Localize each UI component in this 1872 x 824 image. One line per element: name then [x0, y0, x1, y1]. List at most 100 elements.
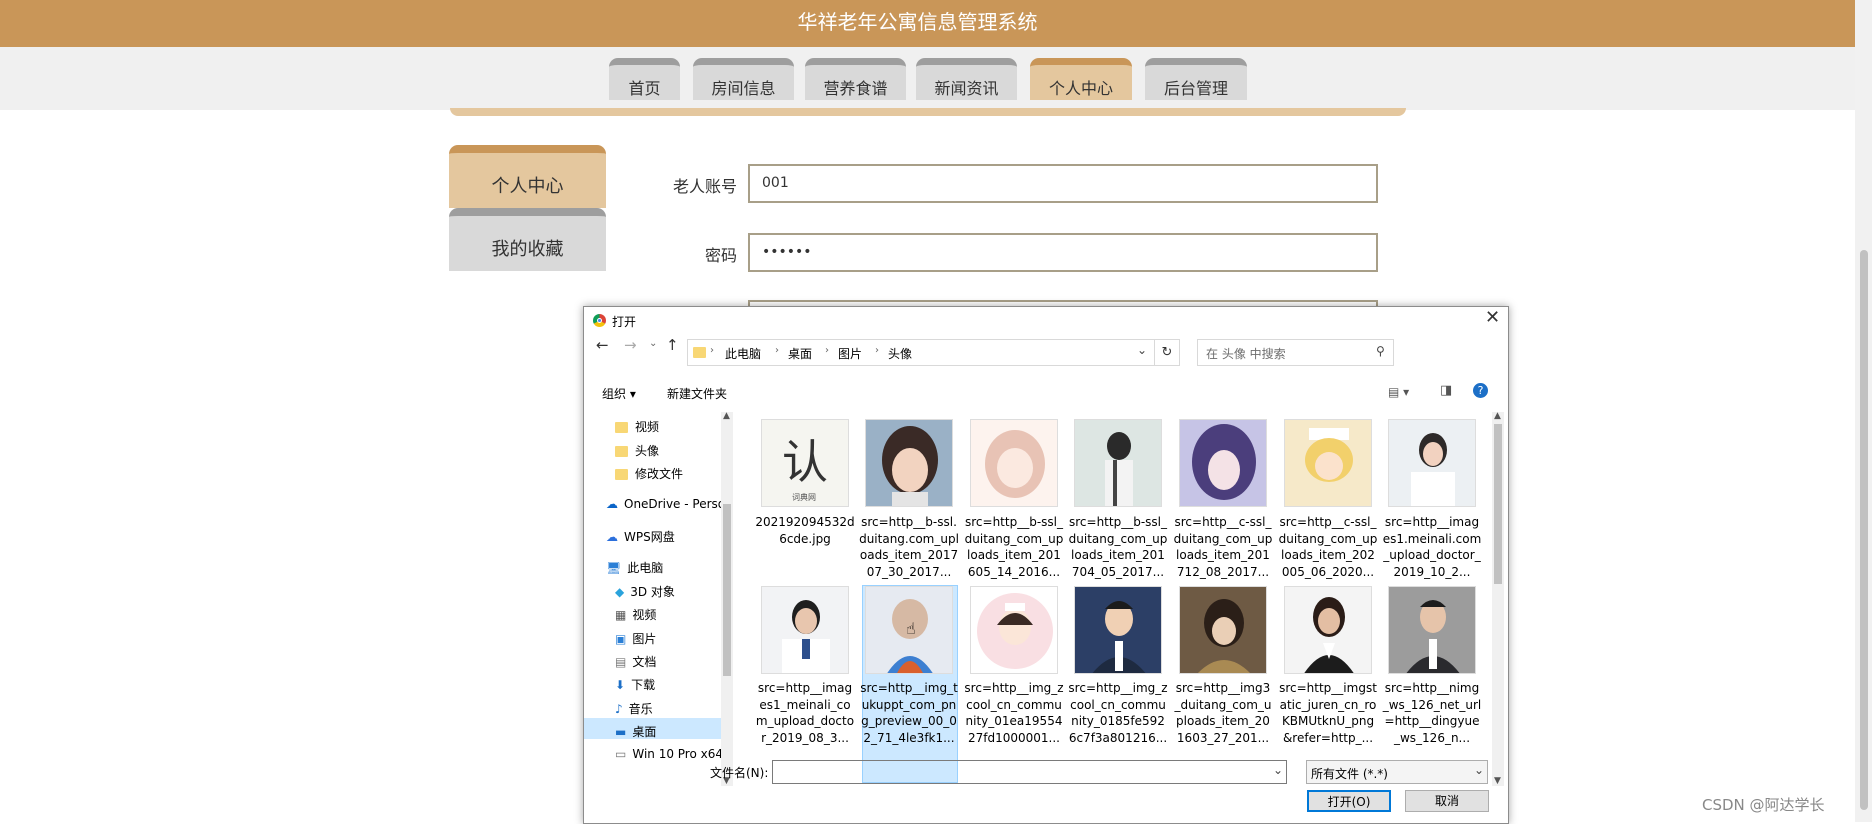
document-icon: ▤ — [615, 655, 627, 669]
file-thumbnail[interactable] — [970, 419, 1058, 507]
tree-scrollbar-thumb[interactable] — [723, 504, 731, 676]
file-name: src=http__c-ssl_duitang_com_uploads_item… — [1173, 515, 1273, 579]
nav-tab-news[interactable]: 新闻资讯 — [916, 58, 1017, 100]
file-open-dialog: 打开 ✕ ← → ⌄ ↑ › 此电脑 › 桌面 › 图片 › 头像 ⌄ ↻ 在 … — [583, 306, 1509, 824]
tree-item-drive[interactable]: ▭ Win 10 Pro x64 — [615, 747, 721, 761]
nav-tab-profile[interactable]: 个人中心 — [1030, 58, 1132, 100]
file-thumbnail[interactable] — [1284, 586, 1372, 674]
address-bar[interactable]: › 此电脑 › 桌面 › 图片 › 头像 ⌄ — [687, 339, 1155, 366]
computer-icon: 🖥 — [606, 561, 622, 575]
breadcrumb-pc[interactable]: 此电脑 — [725, 345, 761, 362]
breadcrumb-avatars[interactable]: 头像 — [888, 345, 912, 362]
side-tab-profile[interactable]: 个人中心 — [449, 145, 606, 208]
chevron-down-icon[interactable]: ⌄ — [1474, 763, 1484, 777]
page-scrollbar-thumb[interactable] — [1860, 250, 1868, 810]
file-thumbnail[interactable] — [1179, 419, 1267, 507]
tree-item-videos[interactable]: ▦ 视频 — [615, 606, 656, 623]
file-name: src=http__b-ssl_duitang_com_uploads_item… — [1068, 515, 1168, 579]
file-thumbnail[interactable] — [1179, 586, 1267, 674]
file-thumbnail[interactable] — [1388, 586, 1476, 674]
file-thumbnail[interactable] — [761, 586, 849, 674]
cube-icon: ◆ — [615, 585, 625, 599]
side-tab-favorites[interactable]: 我的收藏 — [449, 208, 606, 271]
preview-pane-icon[interactable]: ◨ — [1440, 383, 1452, 398]
cancel-button[interactable]: 取消 — [1405, 790, 1489, 812]
file-name: src=http__images1_meinali_com_upload_doc… — [755, 681, 855, 745]
help-icon[interactable]: ? — [1473, 383, 1488, 398]
folder-icon — [693, 347, 706, 358]
file-name: src=http__img_zcool_cn_community_0185fe5… — [1068, 681, 1168, 745]
file-name: src=http__b-ssl.duitang.com_uploads_item… — [859, 515, 959, 579]
up-arrow-icon[interactable]: ↑ — [666, 336, 679, 354]
file-name: src=http__img3_duitang_com_uploads_item_… — [1174, 681, 1272, 745]
dialog-title: 打开 — [612, 315, 637, 329]
desktop-icon: ▬ — [615, 725, 627, 739]
password-input[interactable]: •••••• — [748, 233, 1378, 272]
breadcrumb-pictures[interactable]: 图片 — [838, 345, 862, 362]
filename-label: 文件名(N): — [710, 766, 769, 780]
tree-item-modified-folder[interactable]: 修改文件 — [615, 465, 683, 482]
back-arrow-icon[interactable]: ← — [596, 336, 609, 354]
search-box[interactable]: 在 头像 中搜索 ⚲ — [1197, 339, 1394, 366]
search-icon[interactable]: ⚲ — [1376, 344, 1385, 358]
file-name: src=http__b-ssl_duitang_com_uploads_item… — [964, 515, 1064, 579]
folder-icon — [615, 469, 628, 480]
account-input[interactable]: 001 — [748, 164, 1378, 203]
tree-item-desktop[interactable]: ▬ 桌面 — [615, 723, 656, 740]
file-thumbnail[interactable] — [1074, 586, 1162, 674]
file-thumbnail[interactable] — [970, 586, 1058, 674]
folder-icon — [615, 422, 628, 433]
open-button[interactable]: 打开(O) — [1307, 790, 1391, 812]
file-thumbnail[interactable]: 认词典网 — [761, 419, 849, 507]
tree-item-downloads[interactable]: ⬇ 下载 — [615, 676, 655, 693]
view-options-icon[interactable]: ▤ ▾ — [1388, 385, 1409, 399]
file-name: src=http__imgstatic_juren_cn_roKBMUtknU_… — [1279, 681, 1377, 745]
chrome-icon — [593, 314, 606, 327]
files-scrollbar-thumb[interactable] — [1494, 424, 1502, 584]
file-name: src=http__img_zcool_cn_community_01ea195… — [964, 681, 1064, 745]
recent-dropdown-icon[interactable]: ⌄ — [649, 338, 657, 349]
tree-item-documents[interactable]: ▤ 文档 — [615, 653, 656, 670]
file-name: src=http__images1.meinali.com_upload_doc… — [1382, 515, 1482, 579]
tree-item-this-pc[interactable]: 🖥 此电脑 — [606, 559, 663, 576]
password-label: 密码 — [704, 246, 737, 265]
cloud-icon: ☁ — [606, 530, 618, 544]
nav-tab-admin[interactable]: 后台管理 — [1145, 58, 1247, 100]
file-thumbnail[interactable] — [1388, 419, 1476, 507]
download-icon: ⬇ — [615, 678, 626, 692]
chevron-down-icon[interactable]: ⌄ — [1273, 763, 1283, 777]
new-folder-button[interactable]: 新建文件夹 — [667, 385, 727, 402]
scroll-up-icon[interactable]: ▲ — [1494, 411, 1501, 421]
tree-item-music[interactable]: ♪ 音乐 — [615, 700, 653, 717]
filename-input[interactable]: ⌄ — [772, 760, 1287, 784]
file-name: src=http__nimg_ws_126_net_url=http__ding… — [1382, 681, 1482, 745]
nav-tab-home[interactable]: 首页 — [609, 58, 680, 100]
tree-item-wps[interactable]: ☁ WPS网盘 — [606, 528, 675, 545]
file-name: 202192094532d6cde.jpg — [755, 515, 855, 546]
tree-item-onedrive[interactable]: ☁ OneDrive - Perso — [606, 497, 721, 511]
forward-arrow-icon[interactable]: → — [624, 336, 637, 354]
file-thumbnail[interactable] — [1074, 419, 1162, 507]
file-type-select[interactable]: 所有文件 (*.*) ⌄ — [1306, 760, 1488, 784]
refresh-icon[interactable]: ↻ — [1154, 339, 1180, 366]
tree-item-videos-folder[interactable]: 视频 — [615, 418, 659, 435]
search-placeholder: 在 头像 中搜索 — [1206, 347, 1286, 361]
tree-item-pictures[interactable]: ▣ 图片 — [615, 630, 656, 647]
tree-item-avatars-folder[interactable]: 头像 — [615, 442, 659, 459]
svg-text:词典网: 词典网 — [792, 492, 816, 502]
scroll-up-icon[interactable]: ▲ — [723, 411, 730, 421]
close-icon[interactable]: ✕ — [1485, 309, 1500, 327]
video-icon: ▦ — [615, 608, 627, 622]
account-label: 老人账号 — [672, 177, 737, 196]
mouse-cursor-icon: ☝ — [906, 619, 916, 638]
scroll-down-icon[interactable]: ▼ — [1494, 776, 1501, 786]
organize-button[interactable]: 组织 ▾ — [602, 385, 636, 402]
file-thumbnail[interactable] — [1284, 419, 1372, 507]
file-name: src=http__img_tukuppt_com_png_preview_00… — [860, 681, 958, 745]
file-thumbnail[interactable] — [865, 419, 953, 507]
chevron-down-icon[interactable]: ⌄ — [1137, 343, 1147, 357]
tree-item-3d-objects[interactable]: ◆ 3D 对象 — [615, 583, 675, 600]
breadcrumb-desktop[interactable]: 桌面 — [788, 345, 812, 362]
nav-tab-rooms[interactable]: 房间信息 — [693, 58, 794, 100]
nav-tab-recipes[interactable]: 营养食谱 — [805, 58, 906, 100]
